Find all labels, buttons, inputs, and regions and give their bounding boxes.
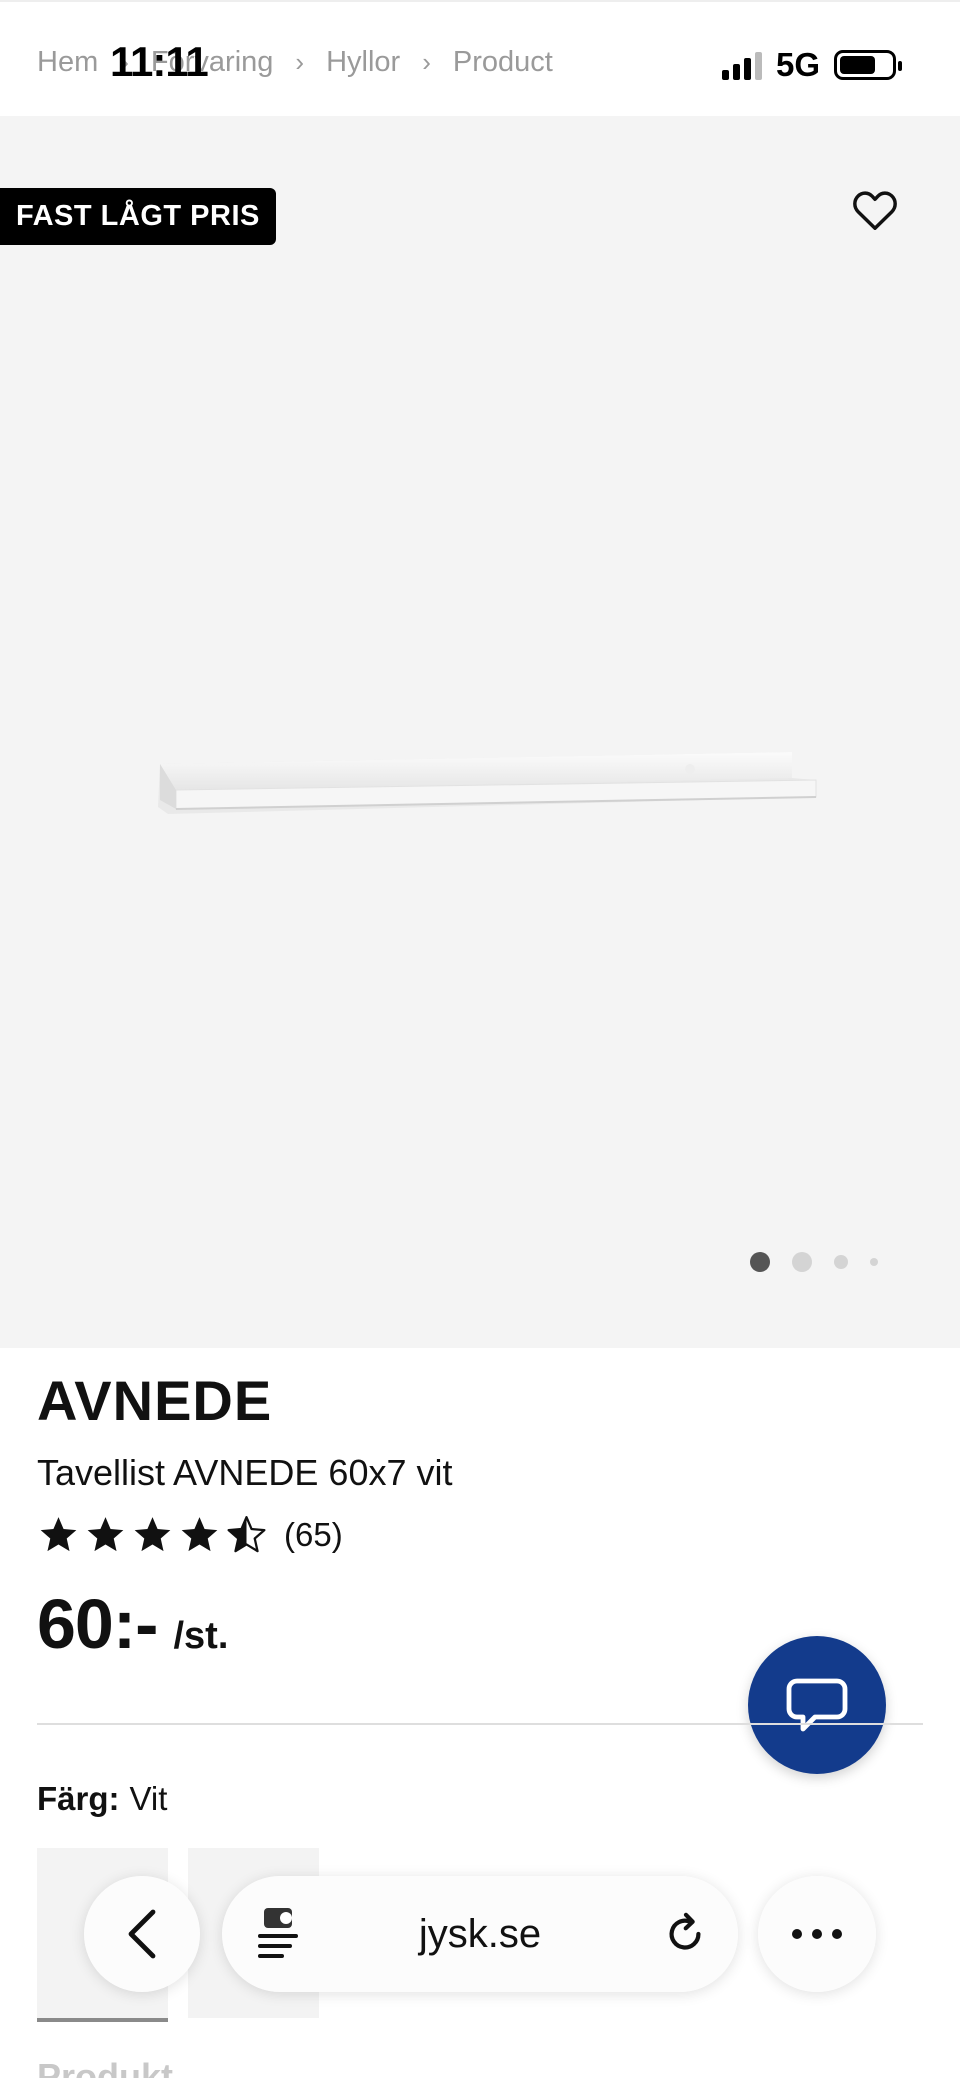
star-full-icon <box>87 1517 124 1552</box>
ellipsis-dot <box>792 1929 802 1939</box>
color-label: Färg: <box>37 1780 120 1817</box>
color-selector-label: Färg: Vit <box>37 1780 167 1818</box>
selected-swatch-indicator <box>37 2018 168 2022</box>
product-name: Tavellist AVNEDE 60x7 vit <box>37 1452 453 1493</box>
pagination-dot[interactable] <box>792 1252 812 1272</box>
section-divider <box>37 1723 923 1725</box>
pagination-dot[interactable] <box>870 1258 878 1266</box>
next-section-heading: Produkt <box>37 2056 174 2078</box>
battery-icon <box>834 50 902 80</box>
price-badge: FAST LÅGT PRIS <box>0 188 276 245</box>
product-rating[interactable]: (65) <box>37 1514 343 1556</box>
status-indicators: 5G <box>721 46 902 84</box>
product-brand: AVNEDE <box>37 1369 273 1432</box>
breadcrumb-item-hyllor[interactable]: Hyllor <box>326 46 400 79</box>
star-full-icon <box>134 1517 171 1552</box>
url-text[interactable]: jysk.se <box>222 1912 738 1957</box>
star-full-icon <box>181 1517 218 1552</box>
network-type: 5G <box>775 46 820 83</box>
signal-strength-icon <box>721 50 762 80</box>
address-bar[interactable]: jysk.se <box>222 1876 738 1992</box>
chevron-right-icon: › <box>422 47 431 77</box>
product-price: 60:- /st. <box>37 1584 228 1664</box>
star-half-icon <box>227 1516 266 1553</box>
back-button[interactable] <box>84 1876 200 1992</box>
price-value: 60:- <box>37 1585 158 1663</box>
heart-outline-icon[interactable] <box>852 188 898 232</box>
chevron-left-icon <box>128 1909 156 1959</box>
top-bar: Hem › Förvaring › Hyllor › Product 11:11… <box>0 0 960 116</box>
chevron-right-icon: › <box>295 47 305 77</box>
breadcrumb-item-hem[interactable]: Hem <box>37 46 98 79</box>
chat-bubble-icon <box>786 1678 848 1732</box>
pagination-dot-active[interactable] <box>750 1252 770 1272</box>
ellipsis-dot <box>832 1929 842 1939</box>
color-value: Vit <box>129 1780 168 1817</box>
browser-toolbar: jysk.se <box>0 1860 960 1992</box>
star-full-icon <box>40 1517 77 1552</box>
status-time: 11:11 <box>110 38 209 85</box>
reload-icon[interactable] <box>662 1910 708 1958</box>
review-count[interactable]: (65) <box>284 1516 343 1554</box>
chat-button[interactable] <box>748 1636 886 1774</box>
image-pagination[interactable] <box>750 1252 878 1272</box>
ellipsis-dot <box>812 1929 822 1939</box>
product-gallery[interactable]: FAST LÅGT PRIS <box>0 116 960 1348</box>
pagination-dot[interactable] <box>834 1255 848 1269</box>
breadcrumb-item-current: Product <box>452 46 553 78</box>
more-options-button[interactable] <box>758 1876 876 1992</box>
price-unit: /st. <box>173 1615 229 1657</box>
product-image <box>158 752 817 814</box>
